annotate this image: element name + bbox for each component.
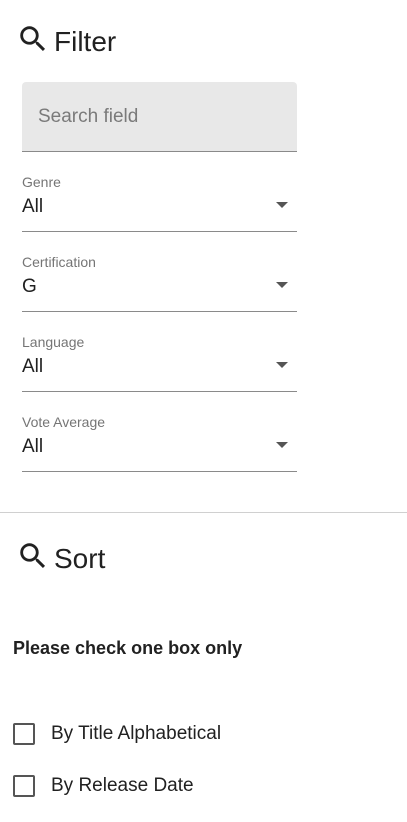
vote-average-value: All [22, 436, 44, 457]
sort-title: Sort [54, 543, 106, 574]
certification-label: Certification [22, 254, 96, 270]
certification-select[interactable]: Certification G [22, 254, 297, 312]
sort-option-release-date-label: By Release Date [51, 775, 194, 796]
dropdown-arrow-icon [276, 282, 288, 288]
sort-option-title-label: By Title Alphabetical [51, 723, 222, 744]
sort-heading: Sort [16, 539, 105, 573]
vote-average-label: Vote Average [22, 414, 106, 430]
search-input[interactable] [22, 82, 297, 151]
sort-instruction: Please check one box only [13, 638, 243, 658]
language-select[interactable]: Language All [22, 334, 297, 392]
filter-heading: Filter [16, 22, 116, 56]
genre-value: All [22, 196, 44, 217]
search-icon [20, 26, 46, 52]
vote-average-select[interactable]: Vote Average All [22, 414, 297, 472]
language-value: All [22, 356, 44, 377]
dropdown-arrow-icon [276, 202, 288, 208]
filter-title: Filter [54, 26, 117, 57]
sort-option-release-date[interactable]: By Release Date [13, 775, 194, 797]
language-label: Language [22, 334, 85, 350]
dropdown-arrow-icon [276, 362, 288, 368]
section-divider [0, 512, 407, 513]
checkbox-release-date[interactable] [13, 775, 35, 797]
genre-select[interactable]: Genre All [22, 174, 297, 232]
checkbox-title[interactable] [13, 723, 35, 745]
dropdown-arrow-icon [276, 442, 288, 448]
search-icon [20, 543, 46, 569]
genre-label: Genre [22, 174, 61, 190]
certification-value: G [22, 276, 37, 297]
search-field-container[interactable] [22, 82, 297, 152]
sort-option-title[interactable]: By Title Alphabetical [13, 723, 221, 745]
